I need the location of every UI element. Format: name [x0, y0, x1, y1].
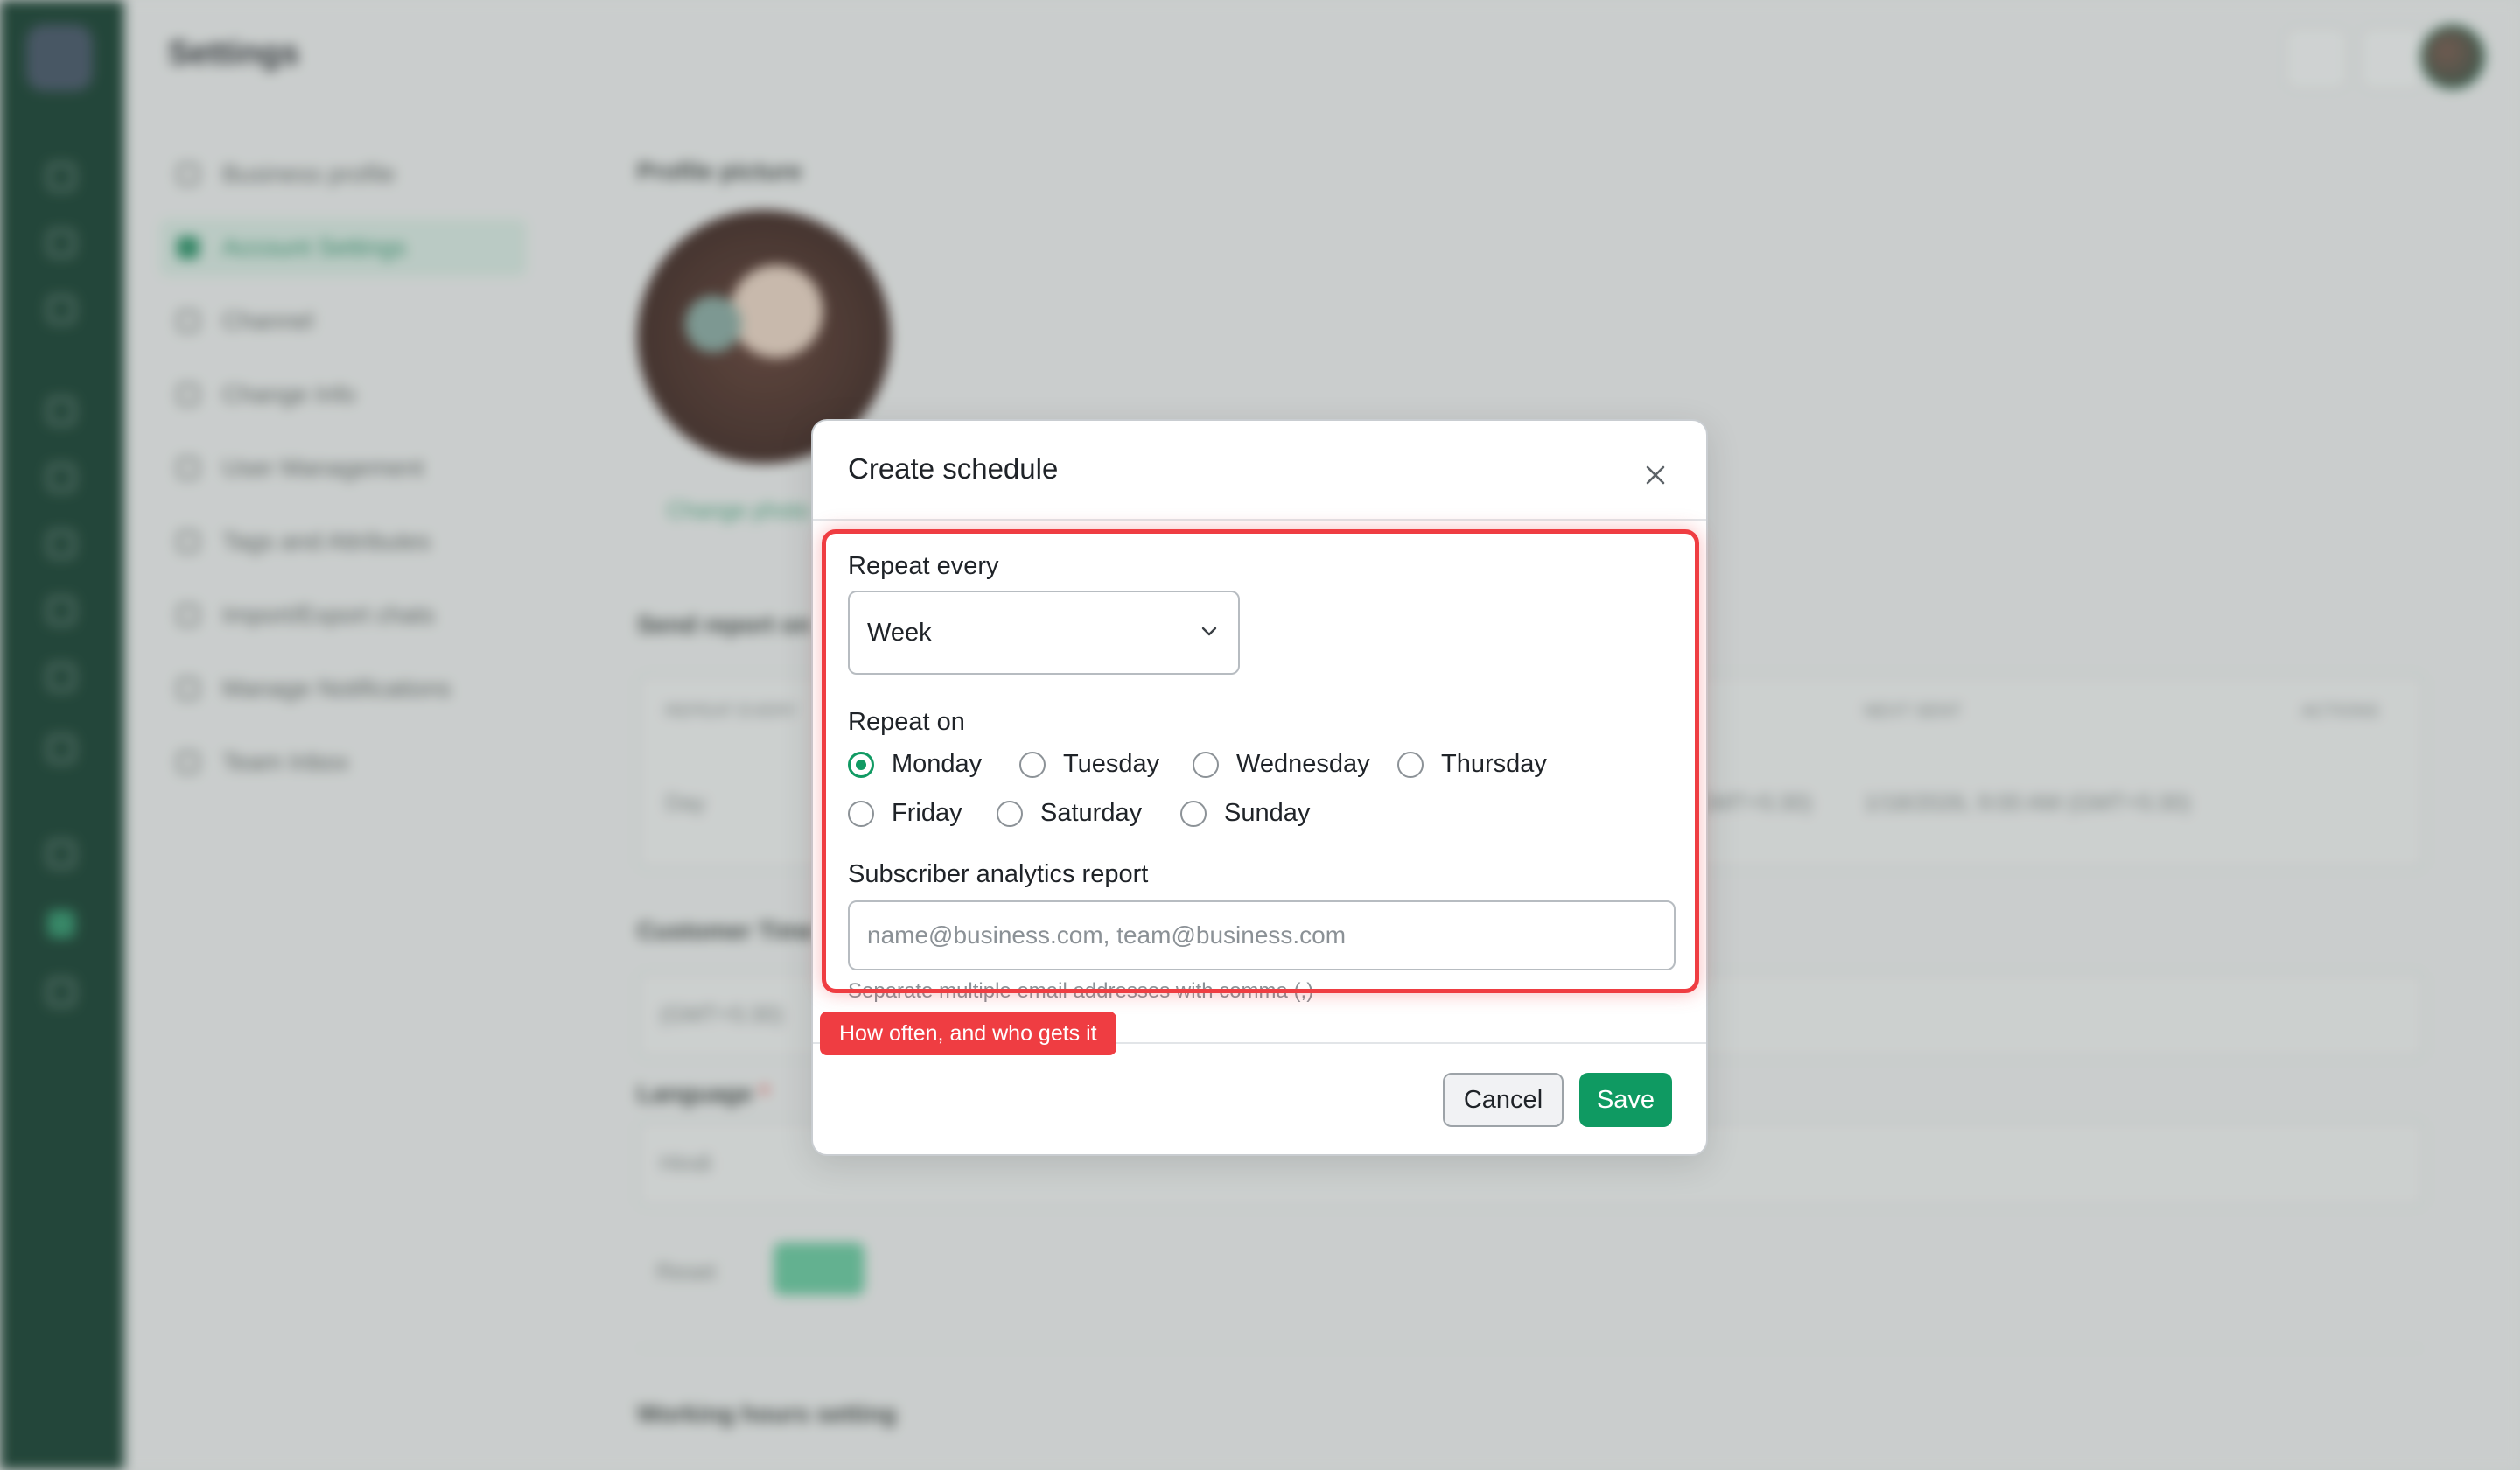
annotation-callout: How often, and who gets it	[820, 1012, 1116, 1055]
radio-circle[interactable]	[1193, 751, 1219, 778]
radio-thursday[interactable]: Thursday	[1397, 750, 1547, 779]
repeat-every-select[interactable]: Week	[848, 591, 1240, 675]
radio-label: Friday	[892, 799, 962, 827]
radio-label: Monday	[892, 750, 983, 778]
repeat-on-label: Repeat on	[848, 708, 965, 736]
modal-header-divider	[813, 519, 1706, 521]
radio-label: Sunday	[1224, 799, 1311, 827]
repeat-every-value: Week	[867, 619, 932, 647]
radio-label: Wednesday	[1236, 750, 1370, 778]
radio-circle[interactable]	[1180, 800, 1207, 827]
radio-tuesday[interactable]: Tuesday	[1019, 750, 1159, 779]
save-button[interactable]: Save	[1579, 1073, 1672, 1127]
radio-label: Thursday	[1441, 750, 1547, 778]
cancel-button[interactable]: Cancel	[1443, 1073, 1564, 1127]
chevron-down-icon	[1201, 626, 1217, 636]
email-help-text: Separate multiple email addresses with c…	[848, 979, 1314, 1003]
radio-circle[interactable]	[1019, 751, 1046, 778]
close-icon[interactable]	[1636, 456, 1675, 494]
radio-circle[interactable]	[848, 800, 874, 827]
email-recipients-input[interactable]	[848, 900, 1676, 970]
radio-circle[interactable]	[997, 800, 1023, 827]
modal-title: Create schedule	[848, 452, 1059, 485]
repeat-every-label: Repeat every	[848, 552, 999, 580]
radio-circle[interactable]	[1397, 751, 1424, 778]
radio-wednesday[interactable]: Wednesday	[1193, 750, 1370, 779]
radio-label: Tuesday	[1063, 750, 1160, 778]
radio-friday[interactable]: Friday	[848, 799, 962, 828]
radio-saturday[interactable]: Saturday	[997, 799, 1142, 828]
subscriber-report-label: Subscriber analytics report	[848, 860, 1149, 888]
radio-circle[interactable]	[848, 751, 874, 778]
radio-sunday[interactable]: Sunday	[1180, 799, 1310, 828]
radio-label: Saturday	[1040, 799, 1143, 827]
radio-monday[interactable]: Monday	[848, 750, 982, 779]
